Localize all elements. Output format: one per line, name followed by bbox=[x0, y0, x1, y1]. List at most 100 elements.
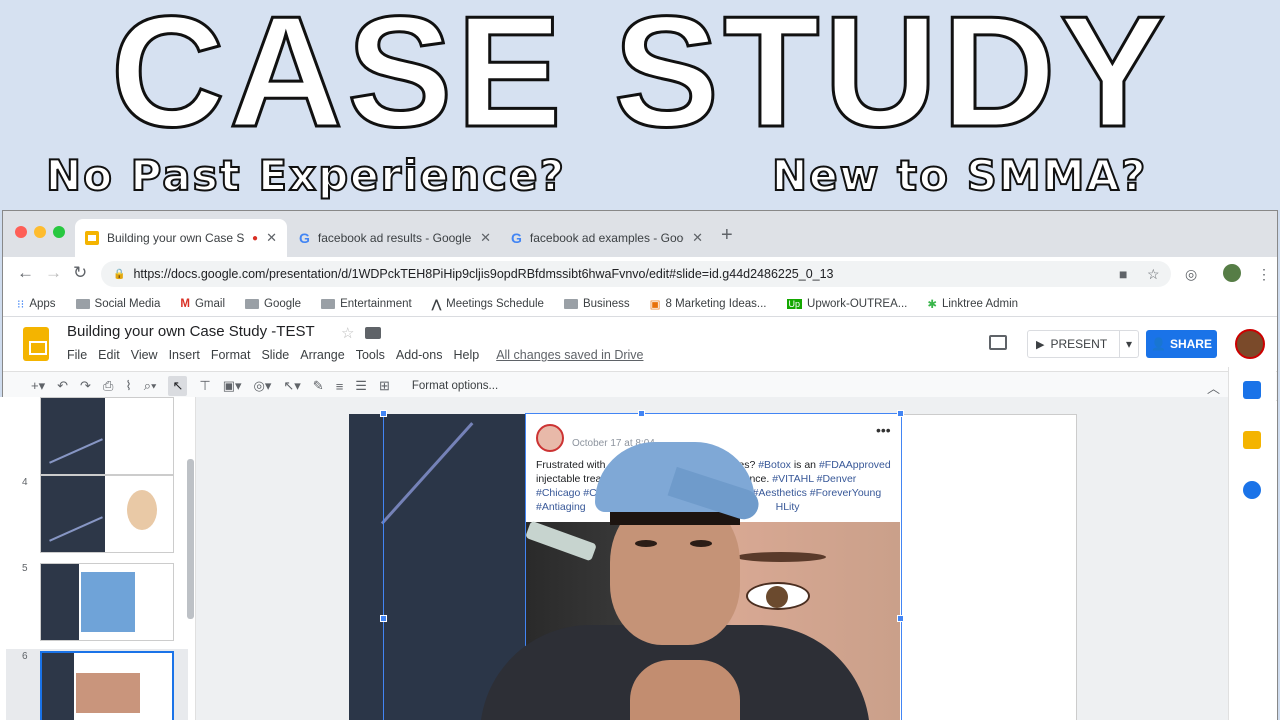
bookmark-label: Social Media bbox=[94, 297, 161, 310]
profile-icon[interactable] bbox=[1223, 264, 1241, 282]
bookmark-meetings-schedule[interactable]: ⋀ Meetings Schedule bbox=[432, 297, 544, 311]
collapse-icon[interactable]: ︿ bbox=[1207, 378, 1220, 397]
resize-handle[interactable] bbox=[380, 615, 387, 622]
new-slide-icon[interactable]: +▾ bbox=[31, 378, 45, 394]
browser-menu-icon[interactable]: ⋮ bbox=[1257, 266, 1271, 283]
bookmark-social-media[interactable]: Social Media bbox=[75, 297, 161, 310]
text-box-icon[interactable]: ⊤ bbox=[199, 378, 210, 394]
save-status[interactable]: All changes saved in Drive bbox=[496, 348, 643, 362]
slide-thumbnail[interactable] bbox=[40, 563, 174, 641]
bookmark-entertainment[interactable]: Entertainment bbox=[321, 298, 412, 310]
line-weight-icon[interactable]: ≡ bbox=[336, 379, 344, 394]
pen-icon[interactable]: ✎ bbox=[313, 378, 324, 394]
slides-icon bbox=[85, 231, 99, 245]
tab-building-case-study[interactable]: Building your own Case Stu ● ✕ bbox=[75, 219, 287, 257]
menu-view[interactable]: View bbox=[131, 348, 158, 362]
video-frame: CASE STUDY No Past Experience? New to SM… bbox=[0, 0, 1280, 720]
bookmark-google[interactable]: Google bbox=[245, 298, 301, 310]
forward-icon[interactable]: → bbox=[45, 263, 62, 283]
comments-icon[interactable] bbox=[989, 335, 1007, 350]
resize-handle[interactable] bbox=[638, 410, 645, 417]
document-title[interactable]: Building your own Case Study -TEST bbox=[67, 323, 315, 340]
print-icon[interactable]: ⎙ bbox=[103, 378, 113, 394]
menu-tools[interactable]: Tools bbox=[356, 348, 385, 362]
close-tab-icon[interactable]: ✕ bbox=[480, 230, 491, 246]
menu-arrange[interactable]: Arrange bbox=[300, 348, 344, 362]
resize-handle[interactable] bbox=[897, 615, 904, 622]
reload-icon[interactable]: ↻ bbox=[73, 263, 87, 283]
slides-logo-icon[interactable] bbox=[23, 327, 49, 361]
resize-handle[interactable] bbox=[380, 410, 387, 417]
menu-edit[interactable]: Edit bbox=[98, 348, 120, 362]
slide-number: 6 bbox=[22, 651, 28, 662]
upwork-icon: Up bbox=[786, 298, 803, 309]
shape-icon[interactable]: ◎▾ bbox=[254, 378, 272, 394]
address-bar-row: ← → ↻ 🔒 https://docs.google.com/presenta… bbox=[3, 257, 1277, 291]
keep-icon[interactable] bbox=[1243, 431, 1261, 449]
slide-filmstrip: 4 5 6 bbox=[0, 397, 196, 720]
filmstrip-scrollbar[interactable] bbox=[187, 459, 194, 619]
paint-format-icon[interactable]: ⌇ bbox=[125, 378, 131, 394]
add-comment-icon[interactable]: ⊞ bbox=[379, 378, 390, 394]
menu-help[interactable]: Help bbox=[453, 348, 479, 362]
presenter-eye bbox=[635, 540, 657, 547]
menu-file[interactable]: File bbox=[67, 348, 87, 362]
close-tab-icon[interactable]: ✕ bbox=[692, 230, 703, 246]
url-text: https://docs.google.com/presentation/d/1… bbox=[133, 267, 834, 281]
banner-subtitle-left: No Past Experience? bbox=[45, 150, 566, 201]
url-bar[interactable]: 🔒 https://docs.google.com/presentation/d… bbox=[101, 261, 1171, 287]
meetings-icon: ⋀ bbox=[431, 298, 442, 311]
star-icon[interactable]: ☆ bbox=[341, 324, 354, 342]
redo-icon[interactable]: ↷ bbox=[80, 378, 91, 394]
zoom-icon[interactable]: ⌕▾ bbox=[144, 378, 157, 394]
select-cursor-icon[interactable]: ↖ bbox=[168, 376, 188, 396]
side-panel bbox=[1228, 367, 1276, 720]
share-button[interactable]: 👤 SHARE bbox=[1146, 330, 1217, 358]
thumbnail-banner: CASE STUDY No Past Experience? New to SM… bbox=[0, 0, 1280, 210]
menu-format[interactable]: Format bbox=[211, 348, 251, 362]
bookmark-business[interactable]: Business bbox=[563, 298, 630, 310]
tasks-icon[interactable] bbox=[1243, 481, 1261, 499]
tab-facebook-ad-results[interactable]: G facebook ad results - Google S ✕ bbox=[289, 219, 501, 257]
google-icon: G bbox=[299, 230, 310, 246]
undo-icon[interactable]: ↶ bbox=[57, 378, 68, 394]
image-icon[interactable]: ▣▾ bbox=[223, 378, 242, 394]
menu-insert[interactable]: Insert bbox=[169, 348, 200, 362]
presenter-webcam bbox=[470, 440, 880, 720]
tab-label: facebook ad examples - Googl bbox=[529, 231, 685, 245]
bookmark-star-icon[interactable]: ☆ bbox=[1147, 266, 1160, 283]
present-button[interactable]: ▶ PRESENT ▾ bbox=[1027, 330, 1139, 358]
menu-slide[interactable]: Slide bbox=[261, 348, 289, 362]
tab-facebook-ad-examples[interactable]: G facebook ad examples - Googl ✕ bbox=[501, 219, 713, 257]
calendar-icon[interactable] bbox=[1243, 381, 1261, 399]
close-window-icon[interactable] bbox=[15, 226, 27, 238]
slide-thumbnail[interactable] bbox=[40, 397, 174, 475]
maximize-window-icon[interactable] bbox=[53, 226, 65, 238]
bookmark-label: Linktree Admin bbox=[941, 297, 1019, 310]
slide-number: 5 bbox=[22, 563, 28, 574]
format-options-button[interactable]: Format options... bbox=[412, 380, 498, 392]
line-icon[interactable]: ↖▾ bbox=[283, 378, 300, 394]
bookmark-upwork[interactable]: Up Upwork-OUTREA... bbox=[786, 298, 907, 310]
extension-icon[interactable]: ◎ bbox=[1185, 266, 1197, 283]
minimize-window-icon[interactable] bbox=[34, 226, 46, 238]
bookmark-apps[interactable]: ⁝⁝ Apps bbox=[17, 297, 56, 311]
close-tab-icon[interactable]: ✕ bbox=[266, 230, 277, 246]
menu-addons[interactable]: Add-ons bbox=[396, 348, 443, 362]
line-dash-icon[interactable]: ☰ bbox=[355, 378, 367, 394]
avatar[interactable] bbox=[1235, 329, 1265, 359]
bookmark-gmail[interactable]: M Gmail bbox=[180, 298, 225, 310]
move-folder-icon[interactable] bbox=[365, 327, 381, 339]
resize-handle[interactable] bbox=[897, 410, 904, 417]
new-tab-button[interactable]: + bbox=[721, 224, 733, 247]
bookmark-marketing-ideas[interactable]: ▣ 8 Marketing Ideas... bbox=[650, 297, 767, 311]
chevron-down-icon[interactable]: ▾ bbox=[1118, 331, 1138, 357]
selected-line-guide bbox=[383, 414, 384, 720]
banner-title: CASE STUDY bbox=[109, 0, 1170, 160]
bookmark-linktree[interactable]: ✱ Linktree Admin bbox=[927, 297, 1018, 311]
back-icon[interactable]: ← bbox=[17, 263, 34, 283]
camera-icon[interactable]: ■ bbox=[1119, 266, 1127, 282]
share-label: SHARE bbox=[1169, 337, 1212, 351]
slide-thumbnail[interactable] bbox=[40, 475, 174, 553]
slide-thumbnail-selected[interactable] bbox=[40, 651, 174, 720]
